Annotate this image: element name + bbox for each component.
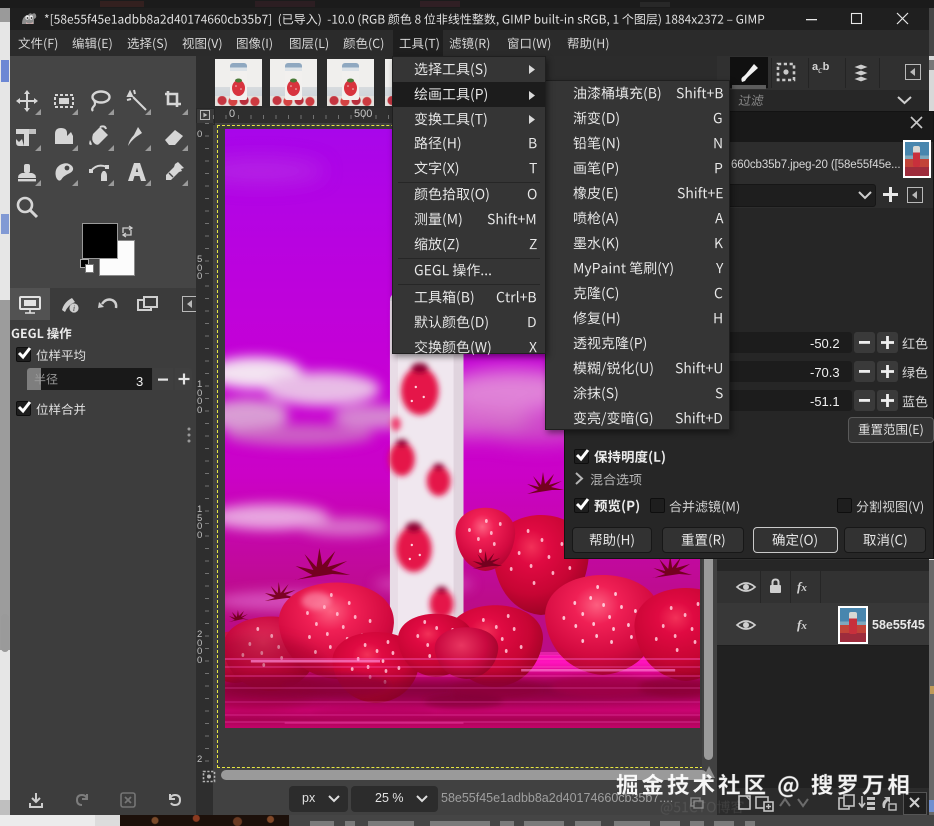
svg-text:i: i <box>73 304 75 313</box>
